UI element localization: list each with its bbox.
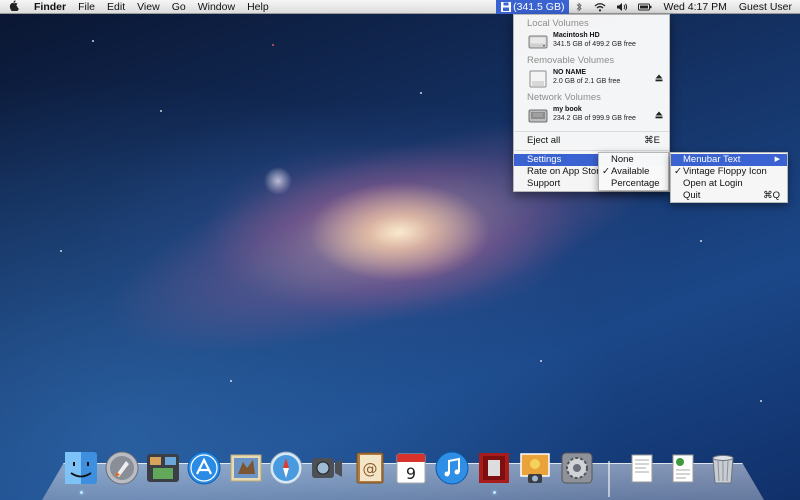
eject-icon[interactable] xyxy=(655,111,663,119)
open-at-login-item[interactable]: Open at Login xyxy=(671,178,787,190)
eject-all-item[interactable]: Eject all ⌘E xyxy=(514,135,669,147)
option-available-label: Available xyxy=(611,166,650,177)
star xyxy=(700,240,702,242)
vintage-floppy-label: Vintage Floppy Icon xyxy=(683,166,767,177)
menu-view[interactable]: View xyxy=(131,0,166,14)
star xyxy=(540,360,542,362)
menu-bar: Finder File Edit View Go Window Help (34… xyxy=(0,0,800,14)
network-drive-icon xyxy=(528,109,548,123)
removable-drive-icon xyxy=(529,70,547,88)
checkmark-icon: ✓ xyxy=(602,166,610,177)
volume-name: my book xyxy=(553,106,582,113)
finder-icon[interactable] xyxy=(63,450,99,486)
safari-icon[interactable] xyxy=(268,450,304,486)
display-options-submenu: None ✓ Available Percentage xyxy=(598,152,669,191)
volume-name: Macintosh HD xyxy=(553,32,600,39)
app-menu-finder[interactable]: Finder xyxy=(28,0,72,14)
option-none[interactable]: None xyxy=(599,154,668,166)
menu-file[interactable]: File xyxy=(72,0,101,14)
ical-day-number: 9 xyxy=(406,464,416,483)
mission-control-icon[interactable] xyxy=(145,450,181,486)
menu-separator xyxy=(515,150,669,151)
menubar-status-area: (341.5 GB) Wed 4:17 PM Guest User xyxy=(496,0,800,14)
menu-go[interactable]: Go xyxy=(166,0,192,14)
network-volumes-header: Network Volumes xyxy=(527,92,601,103)
iphoto-icon[interactable] xyxy=(517,450,553,486)
address-book-icon[interactable]: @ xyxy=(352,450,388,486)
clock[interactable]: Wed 4:17 PM xyxy=(657,0,732,14)
eject-icon[interactable] xyxy=(655,74,663,82)
volume-no-name[interactable]: NO NAME 2.0 GB of 2.1 GB free xyxy=(528,69,665,91)
hard-drive-icon xyxy=(528,35,548,49)
launchpad-icon[interactable] xyxy=(104,450,140,486)
star xyxy=(272,44,274,46)
volume-icon[interactable] xyxy=(611,0,633,14)
quit-label: Quit xyxy=(683,190,701,201)
itunes-icon[interactable] xyxy=(434,450,470,486)
option-percentage-label: Percentage xyxy=(611,178,660,189)
ical-icon[interactable]: 9 xyxy=(393,450,429,486)
disk-status-menu[interactable]: (341.5 GB) xyxy=(496,0,570,14)
desktop-wallpaper xyxy=(0,0,800,500)
menubar-text-label: Menubar Text xyxy=(683,154,741,165)
downloads-stack-icon[interactable] xyxy=(665,450,701,486)
volume-name: NO NAME xyxy=(553,69,587,76)
app-store-icon[interactable] xyxy=(186,450,222,486)
menu-help[interactable]: Help xyxy=(241,0,275,14)
star xyxy=(420,92,422,94)
option-available[interactable]: ✓ Available xyxy=(599,166,668,178)
star xyxy=(230,380,232,382)
disk-status-text: (341.5 GB) xyxy=(513,1,565,13)
svg-text:@: @ xyxy=(363,460,378,478)
star xyxy=(760,400,762,402)
removable-volumes-header: Removable Volumes xyxy=(527,55,615,66)
star xyxy=(160,110,162,112)
battery-icon[interactable] xyxy=(633,0,657,14)
volume-info: 234.2 GB of 999.9 GB free xyxy=(553,115,636,122)
volume-macintosh-hd[interactable]: Macintosh HD 341.5 GB of 499.2 GB free xyxy=(528,32,665,54)
apple-logo-icon[interactable] xyxy=(0,0,28,13)
menu-separator xyxy=(515,131,669,132)
menubar-text-item[interactable]: Menubar Text ▶ xyxy=(671,154,787,166)
eject-all-shortcut: ⌘E xyxy=(644,135,660,146)
submenu-arrow-icon: ▶ xyxy=(774,156,780,163)
settings-submenu: Menubar Text ▶ ✓ Vintage Floppy Icon Ope… xyxy=(670,152,788,203)
volume-info: 341.5 GB of 499.2 GB free xyxy=(553,41,636,48)
option-none-label: None xyxy=(611,154,634,165)
mail-icon[interactable] xyxy=(228,450,264,486)
trash-icon[interactable] xyxy=(705,450,741,486)
documents-stack-icon[interactable] xyxy=(624,450,660,486)
vintage-floppy-item[interactable]: ✓ Vintage Floppy Icon xyxy=(671,166,787,178)
quit-shortcut: ⌘Q xyxy=(763,190,780,201)
quit-item[interactable]: Quit ⌘Q xyxy=(671,190,787,202)
menu-edit[interactable]: Edit xyxy=(101,0,131,14)
user-menu[interactable]: Guest User xyxy=(733,0,800,14)
photo-booth-icon[interactable] xyxy=(476,450,512,486)
bluetooth-icon[interactable] xyxy=(569,0,589,14)
volume-info: 2.0 GB of 2.1 GB free xyxy=(553,78,621,85)
eject-all-label: Eject all xyxy=(527,135,561,146)
local-volumes-header: Local Volumes xyxy=(527,18,589,29)
menu-window[interactable]: Window xyxy=(192,0,241,14)
star xyxy=(60,250,62,252)
dock-divider xyxy=(608,461,610,497)
checkmark-icon: ✓ xyxy=(674,166,682,177)
option-percentage[interactable]: Percentage xyxy=(599,178,668,190)
facetime-icon[interactable] xyxy=(309,450,345,486)
system-preferences-icon[interactable] xyxy=(559,450,595,486)
wifi-icon[interactable] xyxy=(589,0,611,14)
star xyxy=(92,40,94,42)
volume-my-book[interactable]: my book 234.2 GB of 999.9 GB free xyxy=(528,106,665,128)
running-indicator xyxy=(493,491,496,494)
floppy-disk-icon xyxy=(501,2,512,12)
running-indicator xyxy=(80,491,83,494)
